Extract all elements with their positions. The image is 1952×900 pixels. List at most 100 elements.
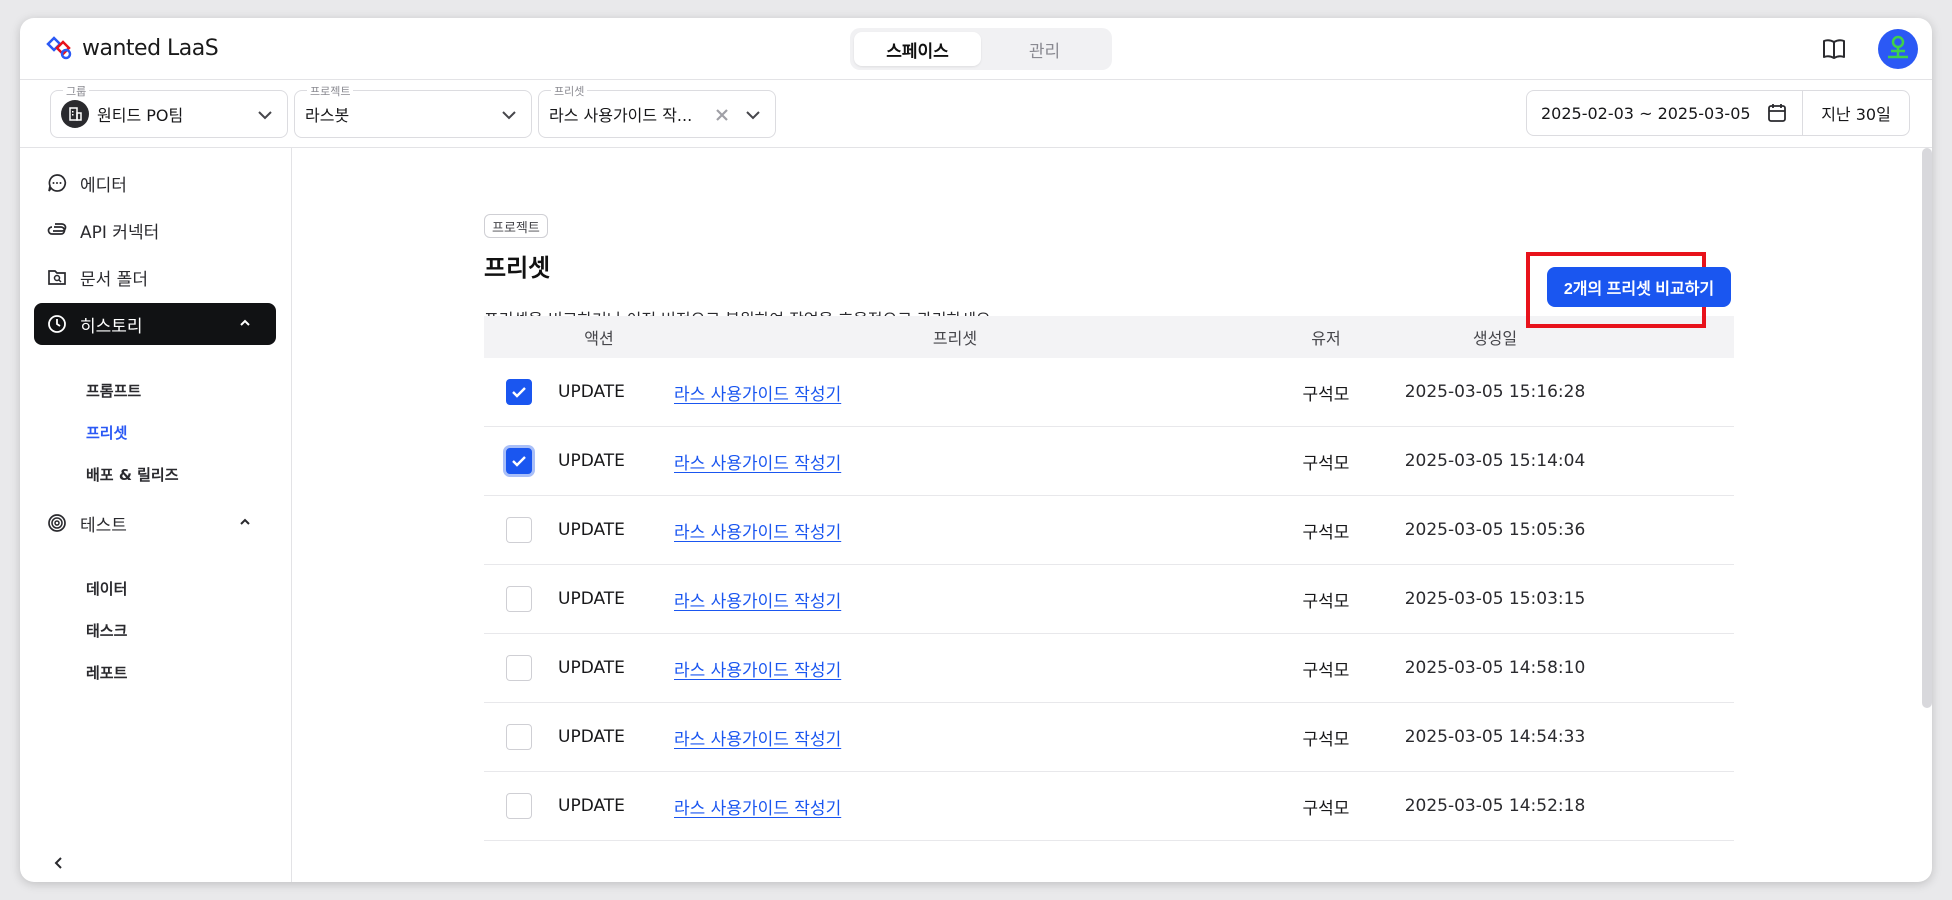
sidebar-item-history[interactable]: 히스토리 <box>34 303 276 345</box>
sidebar-item-api-connector[interactable]: API 커넥터 <box>34 209 276 251</box>
filter-bar: 그룹 원티드 PO팀 프로젝트 라스봇 프리셋 라스 사용가이드 작... 20… <box>20 80 1932 148</box>
collapse-sidebar-icon[interactable] <box>50 854 68 872</box>
scrollbar[interactable] <box>1922 148 1932 708</box>
sidebar-item-test[interactable]: 테스트 <box>34 502 276 544</box>
row-checkbox[interactable] <box>506 655 532 681</box>
sidebar: 에디터 API 커넥터 문서 폴더 히스토리 프롬프트 프리셋 배포 & 릴리즈… <box>20 148 292 882</box>
sidebar-subitem-data[interactable]: 데이터 <box>86 578 127 599</box>
row-action: UPDATE <box>558 451 625 471</box>
sidebar-subitem-preset[interactable]: 프리셋 <box>86 422 127 443</box>
tab-admin[interactable]: 관리 <box>981 32 1108 66</box>
table-row: UPDATE 라스 사용가이드 작성기 구석모 2025-03-05 15:03:15 <box>484 565 1734 634</box>
row-checkbox[interactable] <box>506 586 532 612</box>
preset-link[interactable]: 라스 사용가이드 작성기 <box>674 799 841 819</box>
app-window: wanted LaaS 스페이스 관리 그룹 원티드 PO팀 프로젝트 라스봇 … <box>20 18 1932 882</box>
row-checkbox[interactable] <box>506 517 532 543</box>
row-user: 구석모 <box>1302 591 1350 612</box>
table-row: UPDATE 라스 사용가이드 작성기 구석모 2025-03-05 14:58:10 <box>484 634 1734 703</box>
row-checkbox[interactable] <box>506 793 532 819</box>
preset-link[interactable]: 라스 사용가이드 작성기 <box>674 523 841 543</box>
logo-text: wanted LaaS <box>82 35 219 61</box>
preset-link[interactable]: 라스 사용가이드 작성기 <box>674 454 841 474</box>
sidebar-subitem-task[interactable]: 태스크 <box>86 620 127 641</box>
row-preset-cell: 라스 사용가이드 작성기 <box>644 449 1266 474</box>
folder-search-icon <box>48 270 66 285</box>
table-row: UPDATE 라스 사용가이드 작성기 구석모 2025-03-05 15:14:04 <box>484 427 1734 496</box>
group-select-value: 원티드 PO팀 <box>97 106 184 125</box>
row-preset-cell: 라스 사용가이드 작성기 <box>644 587 1266 612</box>
last-30-days-button[interactable]: 지난 30일 <box>1803 101 1909 125</box>
sidebar-subitem-deploy-release[interactable]: 배포 & 릴리즈 <box>86 464 179 485</box>
row-checkbox[interactable] <box>506 448 532 474</box>
row-action: UPDATE <box>558 796 625 816</box>
row-user: 구석모 <box>1302 729 1350 750</box>
header-user: 유저 <box>1311 329 1341 348</box>
preset-link[interactable]: 라스 사용가이드 작성기 <box>674 592 841 612</box>
avatar-icon <box>1888 35 1908 59</box>
link-icon <box>47 223 67 235</box>
calendar-icon <box>1768 104 1786 122</box>
book-icon[interactable] <box>1820 35 1848 63</box>
row-user: 구석모 <box>1302 798 1350 819</box>
table-row: UPDATE 라스 사용가이드 작성기 구석모 2025-03-05 15:05:36 <box>484 496 1734 565</box>
clock-icon <box>48 315 66 333</box>
target-icon <box>48 514 66 532</box>
project-tag: 프로젝트 <box>484 214 548 238</box>
row-user: 구석모 <box>1302 522 1350 543</box>
row-check-cell <box>484 517 554 543</box>
row-check-cell <box>484 586 554 612</box>
row-action: UPDATE <box>558 520 625 540</box>
row-checkbox[interactable] <box>506 724 532 750</box>
chevron-up-icon <box>240 518 250 525</box>
row-created: 2025-03-05 15:16:28 <box>1404 382 1586 402</box>
group-select[interactable]: 그룹 원티드 PO팀 <box>50 83 288 138</box>
checkmark-icon <box>512 387 526 398</box>
sidebar-subitem-prompt[interactable]: 프롬프트 <box>86 380 141 401</box>
preset-link[interactable]: 라스 사용가이드 작성기 <box>674 385 841 405</box>
preset-link[interactable]: 라스 사용가이드 작성기 <box>674 661 841 681</box>
chat-icon <box>48 174 67 192</box>
table-row: UPDATE 라스 사용가이드 작성기 구석모 2025-03-05 14:52:18 <box>484 772 1734 841</box>
row-user: 구석모 <box>1302 384 1350 405</box>
logo-icon <box>46 36 72 60</box>
clear-icon[interactable] <box>713 106 731 124</box>
top-bar: wanted LaaS 스페이스 관리 <box>20 18 1932 80</box>
row-preset-cell: 라스 사용가이드 작성기 <box>644 794 1266 819</box>
group-select-label: 그룹 <box>63 83 90 99</box>
date-range-picker[interactable]: 2025-02-03 ~ 2025-03-05 <box>1527 91 1803 135</box>
header-created: 생성일 <box>1472 329 1518 348</box>
table-body: UPDATE 라스 사용가이드 작성기 구석모 2025-03-05 15:16:28… <box>484 358 1734 841</box>
sidebar-item-editor[interactable]: 에디터 <box>34 162 276 204</box>
chevron-down-icon <box>502 111 516 120</box>
date-range-value: 2025-02-03 ~ 2025-03-05 <box>1541 103 1751 123</box>
date-filter: 2025-02-03 ~ 2025-03-05 지난 30일 <box>1526 90 1910 136</box>
sidebar-item-label: API 커넥터 <box>80 222 160 243</box>
preset-select-label: 프리셋 <box>551 83 588 99</box>
logo[interactable]: wanted LaaS <box>44 34 219 62</box>
project-select[interactable]: 프로젝트 라스봇 <box>294 83 532 138</box>
sidebar-item-document-folder[interactable]: 문서 폴더 <box>34 256 276 298</box>
compare-presets-button[interactable]: 2개의 프리셋 비교하기 <box>1547 267 1731 307</box>
row-preset-cell: 라스 사용가이드 작성기 <box>644 656 1266 681</box>
row-action: UPDATE <box>558 382 625 402</box>
chevron-down-icon <box>746 111 760 120</box>
row-preset-cell: 라스 사용가이드 작성기 <box>644 725 1266 750</box>
row-check-cell <box>484 724 554 750</box>
header-preset: 프리셋 <box>932 329 978 348</box>
sidebar-item-label: 문서 폴더 <box>80 269 148 290</box>
page-title: 프리셋 <box>484 254 551 282</box>
tab-space[interactable]: 스페이스 <box>854 32 981 66</box>
preset-select[interactable]: 프리셋 라스 사용가이드 작... <box>538 83 776 138</box>
row-action: UPDATE <box>558 658 625 678</box>
main-content: 프로젝트 프리셋 프리셋을 비교하거나 이전 버전으로 복원하여 작업을 효율적… <box>292 148 1932 882</box>
building-icon <box>61 100 89 128</box>
sidebar-subitem-report[interactable]: 레포트 <box>86 662 127 683</box>
preset-link[interactable]: 라스 사용가이드 작성기 <box>674 730 841 750</box>
row-user: 구석모 <box>1302 660 1350 681</box>
sidebar-item-label: 테스트 <box>80 515 127 536</box>
table-row: UPDATE 라스 사용가이드 작성기 구석모 2025-03-05 15:16:28 <box>484 358 1734 427</box>
avatar[interactable] <box>1878 29 1918 69</box>
row-created: 2025-03-05 15:14:04 <box>1404 451 1586 471</box>
project-select-value: 라스봇 <box>305 106 350 125</box>
row-checkbox[interactable] <box>506 379 532 405</box>
